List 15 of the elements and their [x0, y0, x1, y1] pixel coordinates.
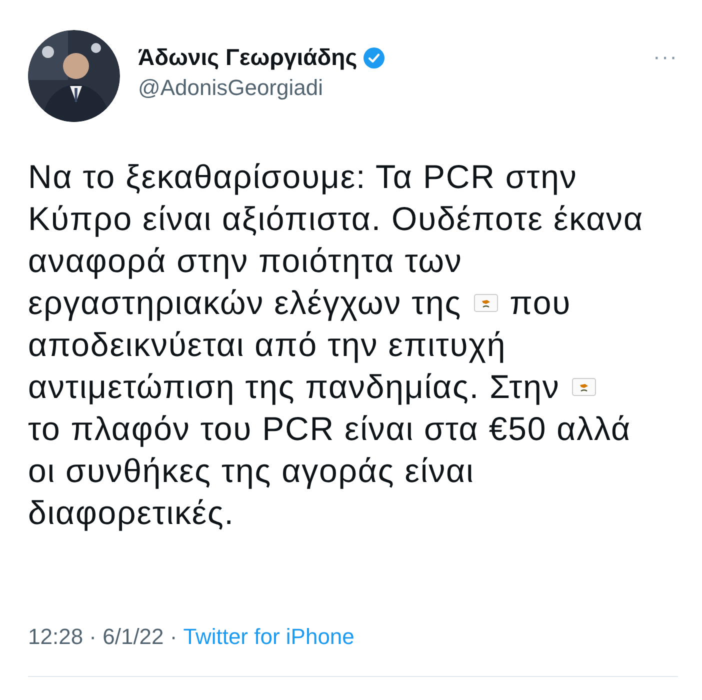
tweet-text: αντιμετώπιση της πανδημίας. Στην [28, 367, 560, 407]
tweet-timestamp: 12:28 · 6/1/22 · [28, 624, 178, 650]
tweet-text: το πλαφόν του PCR είναι στα €50 αλλά [28, 409, 631, 449]
tweet-text: οι συνθήκες της αγοράς είναι [28, 451, 474, 491]
tweet-text: που [510, 283, 572, 323]
tweet-text: αναφορά στην ποιότητα των [28, 241, 462, 281]
flag-icon [572, 378, 596, 396]
author-name[interactable]: Άδωνις Γεωργιάδης [138, 44, 358, 71]
tweet-text: εργαστηριακών ελέγχων της [28, 283, 462, 323]
tweet-text: Να το ξεκαθαρίσουμε: Τα PCR στην [28, 157, 578, 197]
flag-icon [474, 294, 498, 312]
tweet-text: αποδεικνύεται από την επιτυχή [28, 325, 506, 365]
tweet-text: Κύπρο είναι αξιόπιστα. Ουδέποτε έκανα [28, 199, 644, 239]
tweet-text: διαφορετικές. [28, 493, 234, 533]
author-handle[interactable]: @AdonisGeorgiadi [138, 75, 636, 101]
